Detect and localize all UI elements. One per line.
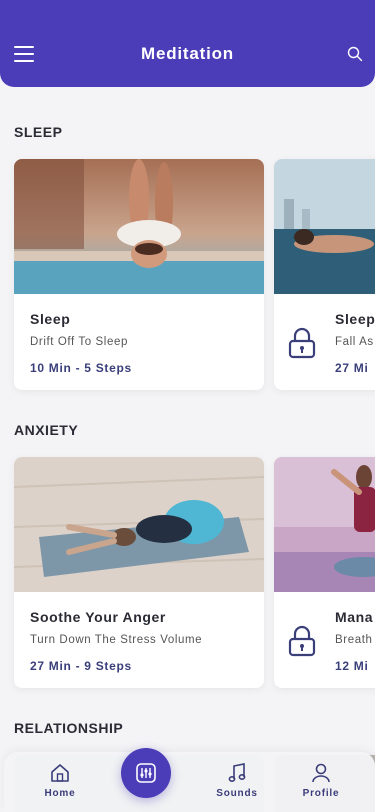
section-title-sleep: SLEEP [14,124,63,140]
card-title: Soothe Your Anger [30,609,166,625]
card-subtitle: Fall As [335,336,374,348]
page-title: Meditation [141,44,234,63]
lock-icon [288,625,316,657]
card-steps: 27 Mi [335,361,369,375]
nav-sounds-label: Sounds [216,788,258,799]
nav-home-label: Home [44,788,76,799]
music-note-icon [228,763,246,783]
card-steps: 12 Mi [335,659,369,673]
card-steps: 10 Min - 5 Steps [30,361,132,375]
section-title-relationship: RELATIONSHIP [14,720,124,736]
card-image-yoga-mat [14,457,264,592]
card-steps: 27 Min - 9 Steps [30,659,132,673]
app-header: Meditation [0,0,375,87]
card-image-infinity-pool [274,159,375,294]
bottom-navigation: Home Sounds Profile [4,752,375,812]
home-icon [51,764,69,782]
equalizer-icon [136,763,156,783]
nav-profile-label: Profile [302,788,340,799]
card-subtitle: Drift Off To Sleep [30,336,128,348]
card-title: Sleep [335,311,375,327]
nav-sounds[interactable]: Sounds [207,762,267,799]
card-image-meditation-pose [274,457,375,592]
card-sleep-locked[interactable]: Sleep Fall As 27 Mi [274,159,375,390]
section-title-anxiety: ANXIETY [14,422,79,438]
card-manage-locked[interactable]: Mana Breath 12 Mi [274,457,375,688]
user-icon [312,763,330,783]
card-title: Sleep [30,311,71,327]
card-subtitle: Breath [335,634,373,646]
card-sleep[interactable]: Sleep Drift Off To Sleep 10 Min - 5 Step… [14,159,264,390]
nav-profile[interactable]: Profile [291,762,351,799]
main-content[interactable]: SLEEP Sleep Drift Off To Sleep 10 Min - … [0,87,375,812]
equalizer-fab-button[interactable] [121,748,171,798]
nav-home[interactable]: Home [30,762,90,799]
card-soothe-your-anger[interactable]: Soothe Your Anger Turn Down The Stress V… [14,457,264,688]
search-icon[interactable] [347,46,363,62]
lock-icon [288,327,316,359]
card-subtitle: Turn Down The Stress Volume [30,634,203,646]
card-image-pool-woman [14,159,264,294]
card-title: Mana [335,609,374,625]
